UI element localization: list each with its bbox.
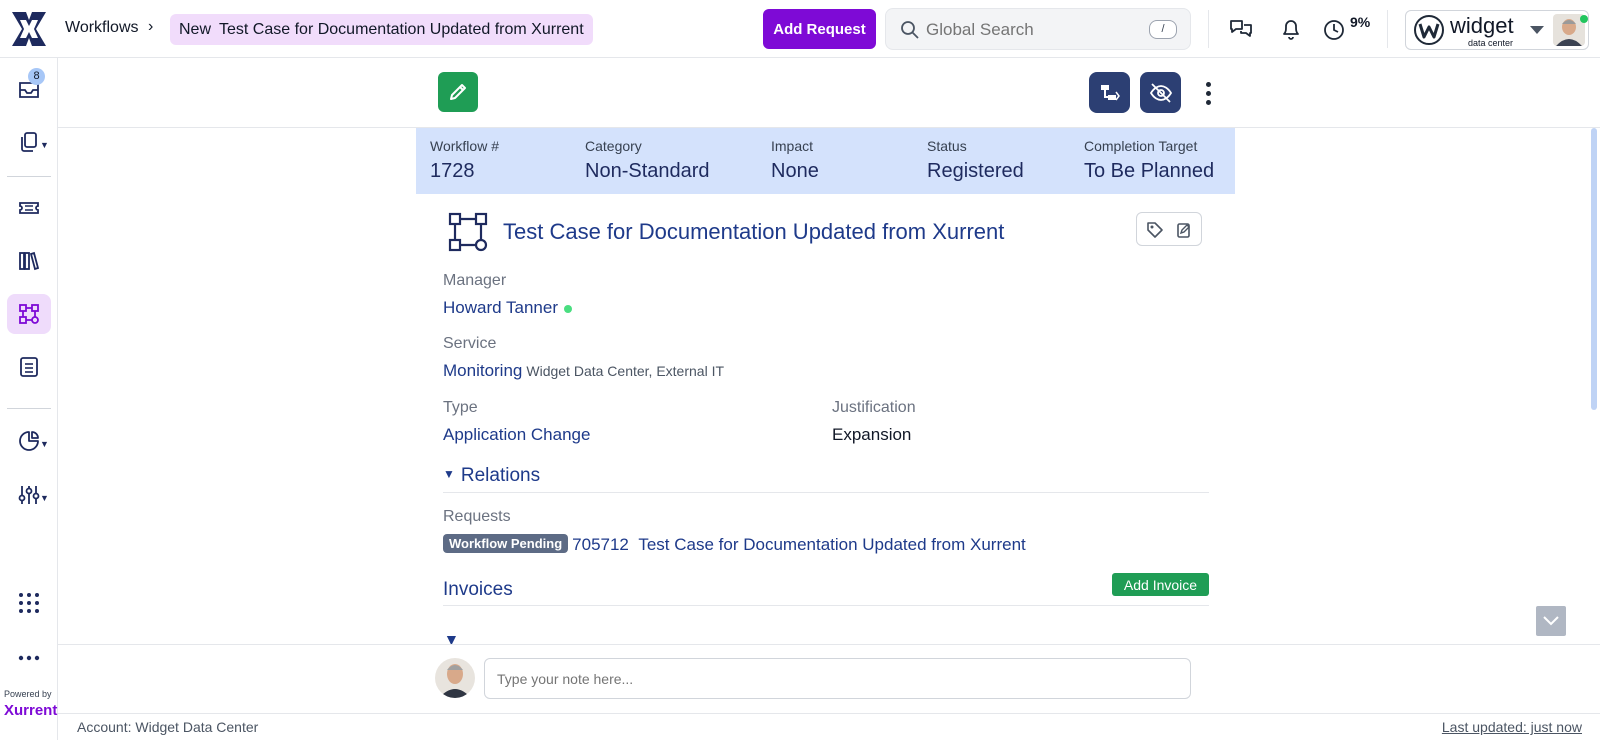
search-shortcut-key: / xyxy=(1149,20,1177,39)
section-divider xyxy=(443,605,1209,606)
service-label: Service xyxy=(443,335,497,352)
footer-account: Account: Widget Data Center xyxy=(77,719,259,735)
scrollbar-thumb[interactable] xyxy=(1591,128,1597,410)
workflow-summary-band: Workflow # 1728 Category Non-Standard Im… xyxy=(416,128,1235,194)
clipped-section-heading: ▼ xyxy=(443,636,643,644)
pencil-icon xyxy=(450,84,466,100)
workflow-icon xyxy=(448,212,488,252)
chevron-down-icon xyxy=(1530,26,1544,34)
timer-icon[interactable] xyxy=(1322,16,1348,42)
request-subject-link[interactable]: Test Case for Documentation Updated from… xyxy=(638,535,1025,554)
online-status-dot xyxy=(1580,15,1588,23)
scroll-to-bottom-button[interactable] xyxy=(1536,606,1566,636)
edit-button[interactable] xyxy=(438,72,478,112)
divider xyxy=(1208,10,1209,48)
powered-by-label: Powered by xyxy=(4,689,52,699)
online-status-dot xyxy=(563,304,572,313)
breadcrumb-title: Test Case for Documentation Updated from… xyxy=(219,21,584,38)
last-updated-link[interactable]: Last updated: just now xyxy=(1442,719,1582,735)
apps-grid-icon xyxy=(19,593,39,613)
triangle-down-icon: ▼ xyxy=(443,467,455,481)
chevron-down-icon: ▼ xyxy=(40,140,49,150)
search-input[interactable] xyxy=(926,18,1136,42)
chevron-down-icon xyxy=(1543,616,1559,626)
requests-label: Requests xyxy=(443,508,511,525)
top-bar: Workflows › New Test Case for Documentati… xyxy=(0,0,1600,58)
sliders-icon xyxy=(18,486,40,504)
workflow-structure-button[interactable] xyxy=(1089,72,1130,113)
library-icon xyxy=(19,251,40,271)
record-toolbar xyxy=(58,58,1600,128)
manager-link[interactable]: Howard Tanner xyxy=(443,298,572,318)
sidebar-item-list[interactable] xyxy=(7,347,51,387)
request-id: 705712 xyxy=(572,535,629,554)
invoices-heading: Invoices xyxy=(443,579,513,600)
sidebar-item-library[interactable] xyxy=(7,241,51,281)
add-invoice-button[interactable]: Add Invoice xyxy=(1112,573,1209,596)
sidebar-divider xyxy=(7,176,51,177)
justification-value: Expansion xyxy=(832,425,912,444)
record-title: Test Case for Documentation Updated from… xyxy=(503,219,1005,244)
request-row[interactable]: Workflow Pending 705712 Test Case for Doc… xyxy=(443,534,1026,555)
type-value: Application Change xyxy=(443,425,591,444)
sidebar: 8 ▼ ▼ ▼ xyxy=(0,58,58,740)
more-actions-icon[interactable] xyxy=(1198,78,1218,108)
edit-tags-icon[interactable] xyxy=(1175,221,1193,239)
sidebar-divider xyxy=(7,408,51,409)
account-brand-sub: data center xyxy=(1468,38,1514,48)
sidebar-item-apps[interactable] xyxy=(7,583,51,623)
workflow-icon xyxy=(19,304,39,324)
footer xyxy=(58,713,1600,740)
service-provider: Widget Data Center, External IT xyxy=(526,363,725,379)
tag-icon[interactable] xyxy=(1146,221,1164,239)
copy-icon xyxy=(21,132,37,152)
widget-logo-icon xyxy=(1414,15,1444,45)
pie-chart-icon xyxy=(19,431,39,451)
current-user-avatar xyxy=(435,658,475,698)
chevron-right-icon: › xyxy=(148,18,154,35)
justification-label: Justification xyxy=(832,399,916,416)
summary-workflow-number: Workflow # 1728 xyxy=(430,138,499,182)
service-link[interactable]: Monitoring xyxy=(443,361,522,380)
breadcrumb-state: New xyxy=(179,21,212,38)
section-divider xyxy=(443,492,1209,493)
hide-details-button[interactable] xyxy=(1140,72,1181,113)
global-search[interactable]: / xyxy=(885,8,1191,50)
divider xyxy=(1387,10,1388,48)
list-icon xyxy=(20,357,38,377)
type-label: Type xyxy=(443,399,478,416)
summary-status: Status Registered xyxy=(927,138,1024,182)
summary-impact: Impact None xyxy=(771,138,819,182)
bell-icon[interactable] xyxy=(1278,16,1304,42)
summary-completion-target: Completion Target To Be Planned xyxy=(1084,138,1215,182)
relations-section-toggle[interactable]: ▼ Relations xyxy=(443,465,540,487)
time-progress-percent: 9% xyxy=(1350,14,1371,30)
chat-icon[interactable] xyxy=(1228,16,1254,42)
more-icon xyxy=(18,655,40,661)
search-icon xyxy=(901,21,919,39)
hierarchy-icon xyxy=(1100,84,1120,100)
note-input[interactable] xyxy=(484,658,1191,699)
sidebar-item-tickets[interactable] xyxy=(7,188,51,228)
powered-by-brand[interactable]: Xurrent xyxy=(4,702,57,719)
avatar-portrait-icon xyxy=(435,658,475,698)
chevron-down-icon: ▼ xyxy=(40,493,49,503)
sidebar-item-more[interactable] xyxy=(7,638,51,678)
add-request-button[interactable]: Add Request xyxy=(763,9,876,49)
inbox-count-badge: 8 xyxy=(28,68,45,85)
xurrent-logo-icon[interactable] xyxy=(12,12,46,46)
account-switcher[interactable]: widget data center xyxy=(1405,10,1589,50)
summary-category: Category Non-Standard xyxy=(585,138,710,182)
service-value: Monitoring Widget Data Center, External I… xyxy=(443,361,724,381)
tags-actions xyxy=(1136,212,1202,246)
breadcrumb-current: New Test Case for Documentation Updated f… xyxy=(170,14,593,45)
eye-off-icon xyxy=(1149,82,1172,103)
account-brand: widget xyxy=(1450,13,1514,38)
breadcrumb-root[interactable]: Workflows xyxy=(65,19,139,37)
status-badge: Workflow Pending xyxy=(443,534,569,553)
chevron-down-icon: ▼ xyxy=(40,439,49,449)
ticket-icon xyxy=(19,202,39,214)
sidebar-item-workflows[interactable] xyxy=(7,294,51,334)
manager-label: Manager xyxy=(443,272,507,289)
